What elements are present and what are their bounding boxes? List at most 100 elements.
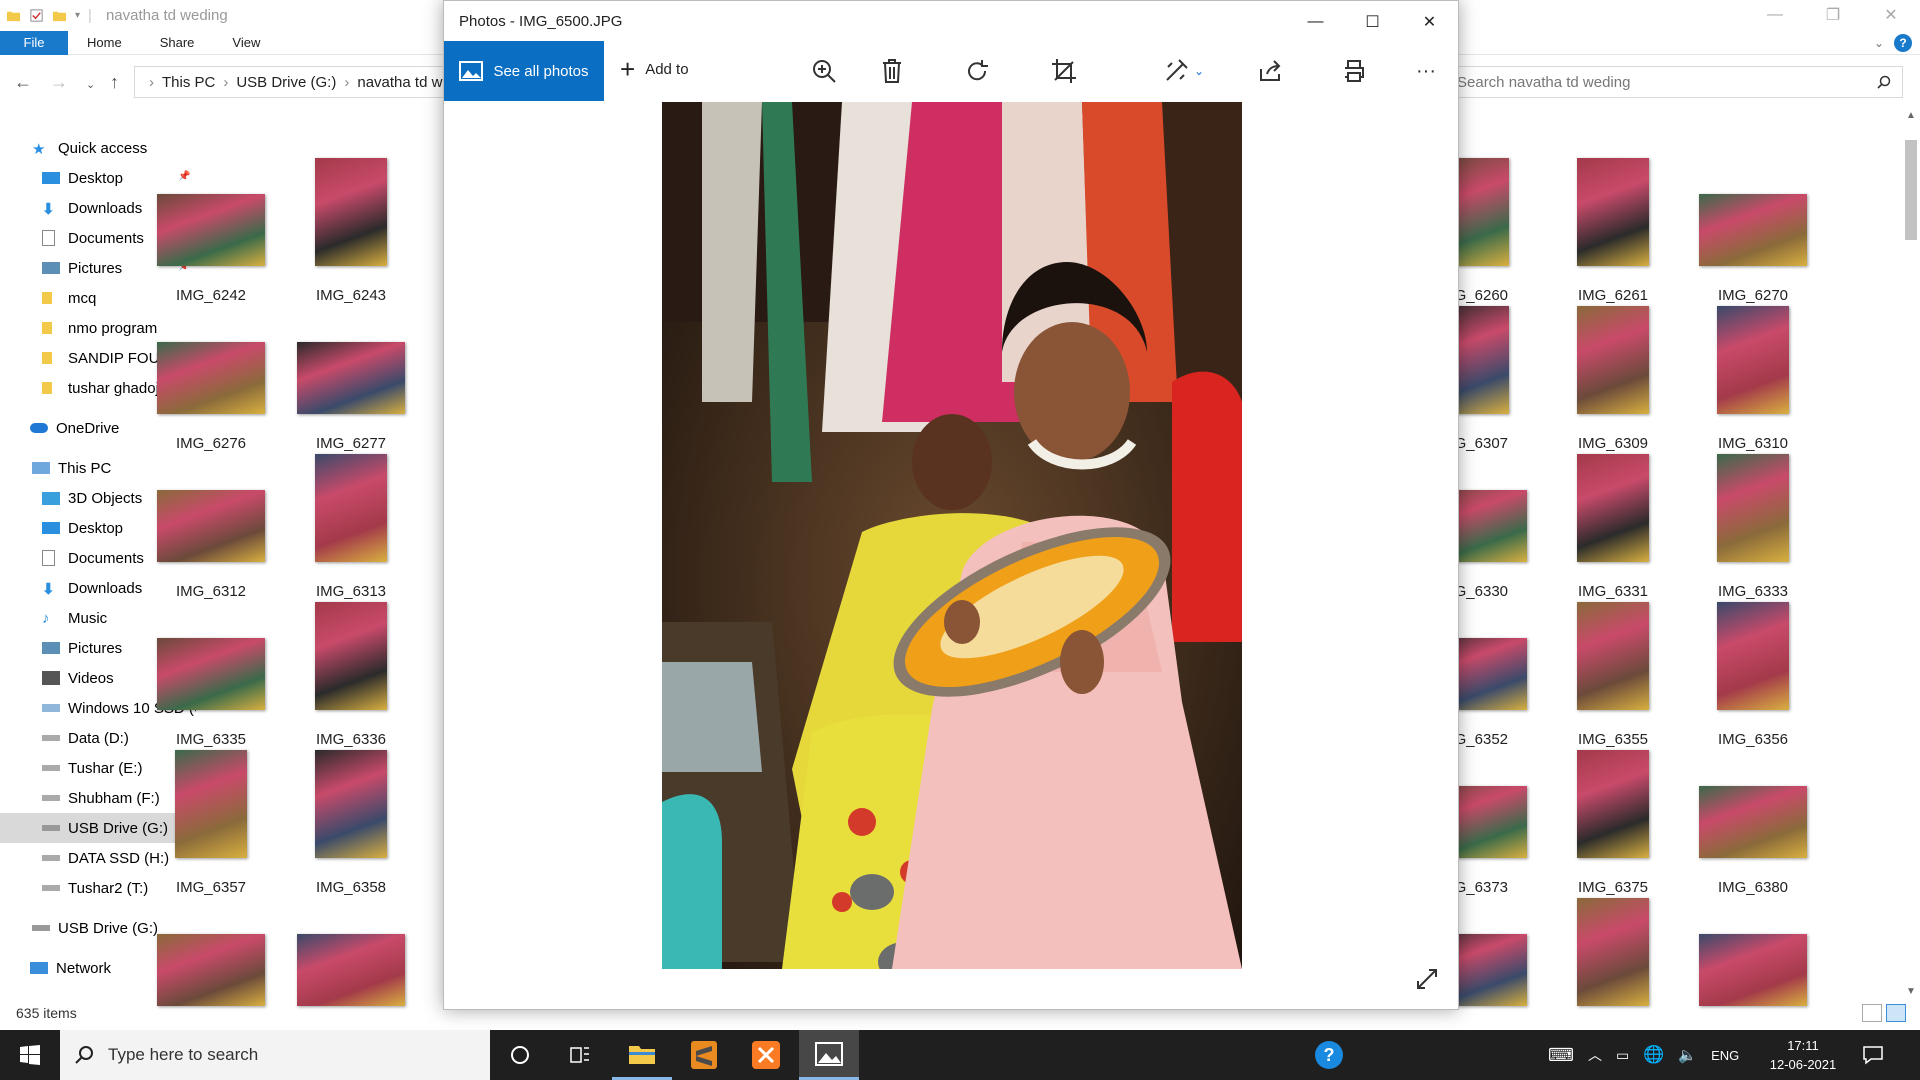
tab-view[interactable]: View: [213, 35, 279, 50]
file-thumbnail[interactable]: IMG_6243: [281, 156, 421, 304]
help-icon[interactable]: ?: [1894, 34, 1912, 52]
notifications-icon[interactable]: [1862, 1030, 1884, 1080]
file-thumbnail[interactable]: IMG_6356: [1683, 600, 1823, 748]
taskbar-search-input[interactable]: Type here to search: [60, 1030, 490, 1080]
file-thumbnail[interactable]: IMG_6385: [281, 896, 421, 1044]
see-all-label: See all photos: [493, 62, 589, 80]
tab-file[interactable]: File: [0, 30, 68, 55]
file-thumbnail[interactable]: IMG_6384: [141, 896, 281, 1044]
forward-arrow-icon[interactable]: →: [50, 72, 68, 93]
file-thumbnail[interactable]: IMG_6409: [1543, 896, 1683, 1044]
file-thumbnail[interactable]: IMG_6310: [1683, 304, 1823, 452]
see-all-photos-button[interactable]: See all photos: [444, 41, 604, 101]
clock-date: 12-06-2021: [1769, 1057, 1837, 1072]
file-thumbnail[interactable]: IMG_6309: [1543, 304, 1683, 452]
file-thumbnail[interactable]: IMG_6276: [141, 304, 281, 452]
large-icons-view-button[interactable]: [1886, 1004, 1906, 1022]
share-icon[interactable]: [1256, 57, 1284, 85]
main-photo[interactable]: [662, 102, 1242, 969]
file-thumbnail[interactable]: IMG_6336: [281, 600, 421, 748]
file-thumbnail[interactable]: IMG_6313: [281, 452, 421, 600]
cortana-icon[interactable]: [490, 1030, 550, 1080]
file-thumbnail[interactable]: IMG_6355: [1543, 600, 1683, 748]
new-folder-icon[interactable]: [52, 8, 67, 23]
scroll-up-icon[interactable]: ▲: [1906, 110, 1916, 121]
minimize-button[interactable]: ―: [1287, 1, 1344, 43]
thumbnail-image: [157, 934, 265, 1006]
edit-icon[interactable]: [1162, 57, 1190, 85]
explorer-caption-buttons: ― ❐ ✕: [1746, 0, 1920, 30]
breadcrumb-usb-drive[interactable]: USB Drive (G:): [236, 74, 336, 91]
vertical-scrollbar[interactable]: ▲ ▼: [1902, 110, 1920, 1000]
rotate-icon[interactable]: [964, 57, 992, 85]
thumbnail-image: [157, 342, 265, 414]
details-view-button[interactable]: [1862, 1004, 1882, 1022]
file-thumbnail[interactable]: IMG_6357: [141, 748, 281, 896]
qa-dropdown-icon[interactable]: ▾: [75, 10, 80, 21]
help-taskbar-icon[interactable]: ?: [1299, 1030, 1359, 1080]
file-name: IMG_6358: [315, 879, 387, 896]
back-arrow-icon[interactable]: ←: [14, 72, 32, 93]
file-thumbnail[interactable]: IMG_6380: [1683, 748, 1823, 896]
file-thumbnail[interactable]: IMG_6312: [141, 452, 281, 600]
thumbnail-image: [297, 934, 405, 1006]
file-thumbnail[interactable]: IMG_6261: [1543, 156, 1683, 304]
add-to-button[interactable]: + Add to: [620, 56, 689, 82]
photos-taskbar-icon[interactable]: [799, 1030, 859, 1080]
file-thumbnail[interactable]: IMG_6413: [1683, 896, 1823, 1044]
close-button[interactable]: ✕: [1401, 1, 1458, 43]
thumbnail-image: [1699, 194, 1807, 266]
recent-locations-icon[interactable]: ⌄: [86, 78, 95, 91]
up-arrow-icon[interactable]: ↑: [110, 72, 119, 93]
show-hidden-icons-icon[interactable]: ︿: [1588, 1045, 1602, 1065]
crop-icon[interactable]: [1050, 57, 1078, 85]
delete-icon[interactable]: [878, 57, 906, 85]
volume-icon[interactable]: 🔈: [1678, 1046, 1697, 1064]
file-thumbnail[interactable]: IMG_6335: [141, 600, 281, 748]
scroll-thumb[interactable]: [1905, 140, 1917, 240]
file-thumbnail[interactable]: IMG_6277: [281, 304, 421, 452]
network-globe-icon[interactable]: 🌐: [1643, 1045, 1664, 1065]
file-thumbnail[interactable]: IMG_6358: [281, 748, 421, 896]
breadcrumb-this-pc[interactable]: This PC: [162, 74, 215, 91]
fullscreen-expand-icon[interactable]: [1415, 967, 1439, 995]
language-indicator[interactable]: ENG: [1711, 1048, 1739, 1063]
photos-toolbar: See all photos + Add to ⌄ ···: [444, 41, 1458, 101]
file-thumbnail[interactable]: IMG_6331: [1543, 452, 1683, 600]
file-name: IMG_6335: [175, 731, 247, 748]
file-thumbnail[interactable]: IMG_6242: [141, 156, 281, 304]
touch-keyboard-icon[interactable]: ⌨: [1548, 1045, 1574, 1066]
scroll-down-icon[interactable]: ▼: [1906, 986, 1916, 997]
file-thumbnail[interactable]: IMG_6270: [1683, 156, 1823, 304]
print-icon[interactable]: [1340, 57, 1368, 85]
properties-icon[interactable]: [29, 8, 44, 23]
thumbnail-image: [1577, 158, 1649, 266]
more-icon[interactable]: ···: [1412, 57, 1440, 85]
file-explorer-taskbar-icon[interactable]: [612, 1030, 672, 1080]
minimize-button[interactable]: ―: [1746, 0, 1804, 30]
explorer-search-input[interactable]: Search navatha td weding: [1440, 66, 1903, 98]
address-bar[interactable]: › This PC › USB Drive (G:) › navatha td …: [134, 66, 447, 98]
task-view-icon[interactable]: [550, 1030, 610, 1080]
file-thumbnail[interactable]: IMG_6333: [1683, 452, 1823, 600]
xampp-icon[interactable]: [736, 1030, 796, 1080]
start-button[interactable]: [0, 1030, 60, 1080]
sublime-text-icon[interactable]: [674, 1030, 734, 1080]
expand-ribbon-icon[interactable]: ⌄: [1874, 36, 1884, 50]
file-name: IMG_6356: [1717, 731, 1789, 748]
photos-title: Photos - IMG_6500.JPG: [459, 13, 623, 30]
clock[interactable]: 17:11 12-06-2021: [1768, 1036, 1838, 1074]
tab-home[interactable]: Home: [68, 35, 141, 50]
zoom-icon[interactable]: [810, 57, 838, 85]
thumbnail-image: [1717, 306, 1789, 414]
battery-icon[interactable]: ▭: [1616, 1047, 1629, 1064]
close-button[interactable]: ✕: [1862, 0, 1920, 30]
file-name: IMG_6380: [1717, 879, 1789, 896]
maximize-button[interactable]: ☐: [1344, 1, 1401, 43]
tab-share[interactable]: Share: [141, 35, 214, 50]
restore-button[interactable]: ❐: [1804, 0, 1862, 30]
breadcrumb-folder[interactable]: navatha td weding: [357, 74, 446, 91]
file-thumbnail[interactable]: IMG_6375: [1543, 748, 1683, 896]
chevron-down-icon[interactable]: ⌄: [1192, 57, 1206, 85]
file-name: IMG_6270: [1717, 287, 1789, 304]
